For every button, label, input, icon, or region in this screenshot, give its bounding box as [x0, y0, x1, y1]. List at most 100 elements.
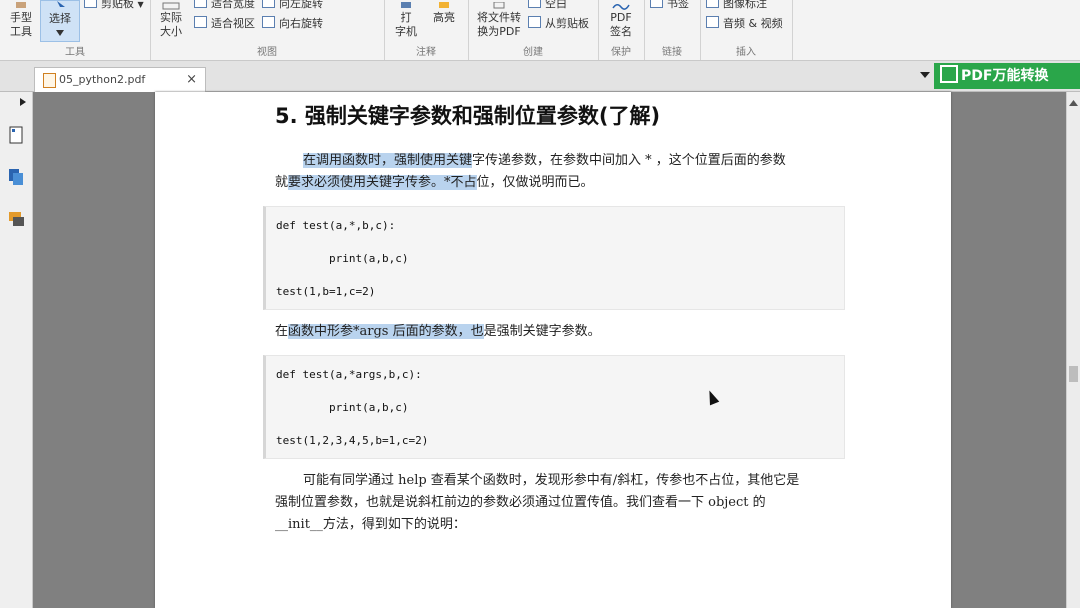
paragraph-text: 字传递参数，在参数中间加入 * ，这个位置后面的参数 [472, 153, 786, 168]
rotate-right-icon [262, 16, 275, 28]
bookmark-label: 书签 [667, 0, 689, 10]
highlight-icon [439, 2, 449, 8]
blank-button[interactable]: 空白 [528, 0, 567, 12]
view-group-title: 视图 [257, 47, 277, 58]
insert-group: 图像标注 音频 & 视频 插入 [700, 0, 793, 60]
paragraph-text: 位，仅做说明而已。 [476, 175, 594, 190]
rotate-right-button[interactable]: 向右旋转 [262, 16, 323, 32]
clipboard-button[interactable]: 剪贴板 ▼ [84, 0, 144, 12]
document-tab-filename: 05_python2.pdf [59, 73, 146, 86]
clipboard-icon [84, 0, 97, 8]
fit-view-button[interactable]: 适合视区 [194, 16, 255, 32]
comments-icon[interactable] [8, 210, 24, 228]
rotate-right-label: 向右旋转 [279, 17, 323, 30]
fit-width-button[interactable]: 适合宽度 [194, 0, 255, 12]
blank-page-icon [528, 0, 541, 8]
highlight-button[interactable]: 高亮 [426, 2, 462, 25]
typewriter-button[interactable]: 打 字机 [388, 2, 424, 39]
create-group-title: 创建 [523, 47, 543, 58]
hand-tool-label-1: 手型 [10, 11, 32, 24]
protect-group: PDF 签名 保护 [598, 0, 645, 60]
audio-video-label: 音频 & 视频 [723, 17, 783, 30]
typewriter-label-1: 打 [400, 11, 412, 24]
pdf-sign-button[interactable]: PDF 签名 [602, 2, 640, 39]
pdf-converter-banner[interactable]: PDF万能转换 [934, 63, 1080, 89]
audio-video-button[interactable]: 音频 & 视频 [706, 16, 783, 32]
select-label: 选择 [49, 12, 71, 25]
view-group: 实际 大小 适合宽度 适合视区 向左旋转 向右旋转 视图 [150, 0, 385, 60]
highlighted-text: 在调用函数时，强制使用关键 [303, 153, 473, 168]
actual-size-button[interactable]: 实际 大小 [156, 2, 186, 39]
converter-icon [940, 65, 958, 83]
close-tab-icon[interactable]: × [186, 68, 197, 92]
left-navigation-panel [0, 92, 33, 608]
link-group-title: 链接 [662, 47, 682, 58]
clipboard-icon [528, 16, 541, 28]
code-line: def test(a,*args,b,c): [276, 368, 422, 381]
convert-to-pdf-button[interactable]: 将文件转 换为PDF [472, 2, 526, 39]
blank-label: 空白 [545, 0, 567, 10]
chevron-down-icon [56, 30, 64, 36]
pdf-sign-label-1: PDF [610, 11, 632, 24]
page-thumbnails-icon[interactable] [8, 126, 24, 144]
hand-tool-button[interactable]: 手型 工具 [4, 2, 38, 39]
paragraph-line: __init__方法，得到如下的说明： [275, 517, 466, 532]
paragraph-line: 在调用函数时，强制使用关键字传递参数，在参数中间加入 * ，这个位置后面的参数 [275, 150, 835, 172]
section-heading: 5. 强制关键字参数和强制位置参数(了解) [275, 104, 661, 128]
paragraph-args: 在函数中形参*args 后面的参数，也是强制关键字参数。 [275, 321, 835, 343]
convert-label-1: 将文件转 [477, 11, 521, 24]
hand-tool-label-2: 工具 [10, 25, 32, 38]
document-viewport[interactable]: 5. 强制关键字参数和强制位置参数(了解) 在调用函数时，强制使用关键字传递参数… [33, 92, 1067, 608]
code-line: print(a,b,c) [276, 252, 409, 265]
typewriter-icon [401, 2, 411, 8]
fit-view-label: 适合视区 [211, 17, 255, 30]
annotate-group-title: 注释 [416, 47, 436, 58]
clipboard-label: 剪贴板 [101, 0, 134, 10]
link-group: 书签 链接 [644, 0, 701, 60]
banner-text: PDF万能转换 [961, 68, 1049, 84]
pdf-file-icon [43, 73, 56, 88]
paragraph-text: 是强制关键字参数。 [483, 324, 601, 339]
vertical-scrollbar[interactable] [1066, 92, 1080, 608]
protect-group-title: 保护 [611, 47, 631, 58]
expand-panel-icon[interactable] [20, 98, 26, 106]
tab-list-dropdown-icon[interactable] [920, 72, 930, 78]
code-block-2: def test(a,*args,b,c): print(a,b,c) test… [263, 355, 845, 459]
actual-size-label-1: 实际 [160, 11, 182, 24]
fit-view-icon [194, 16, 207, 28]
image-annotation-button[interactable]: 图像标注 [706, 0, 767, 12]
from-clipboard-label: 从剪贴板 [545, 17, 589, 30]
scrollbar-thumb[interactable] [1069, 366, 1078, 382]
pdf-sign-label-2: 签名 [610, 25, 632, 38]
code-line: test(1,2,3,4,5,b=1,c=2) [276, 434, 429, 447]
highlighted-text: 要求必须使用关键字传参。*不占 [288, 175, 477, 190]
image-annotation-label: 图像标注 [723, 0, 767, 10]
bookmark-button[interactable]: 书签 [650, 0, 689, 12]
chevron-down-icon: ▼ [137, 0, 144, 9]
bookmark-icon [650, 0, 663, 8]
highlighted-text: 函数中形参*args 后面的参数，也 [288, 324, 484, 339]
highlight-label: 高亮 [433, 11, 455, 24]
paragraph-positional-args: 可能有同学通过 help 查看某个函数时，发现形参中有/斜杠，传参也不占位，其他… [275, 470, 835, 536]
code-line: def test(a,*,b,c): [276, 219, 396, 232]
paragraph-line: 强制位置参数，也就是说斜杠前边的参数必须通过位置传值。我们查看一下 object… [275, 495, 766, 510]
code-line: print(a,b,c) [276, 401, 409, 414]
select-cursor-icon [57, 1, 65, 11]
paragraph-keyword-args: 在调用函数时，强制使用关键字传递参数，在参数中间加入 * ，这个位置后面的参数 … [275, 150, 835, 194]
actual-size-label-2: 大小 [160, 25, 182, 38]
layers-icon[interactable] [8, 168, 24, 186]
tools-group: 手型 工具 选择 剪贴板 ▼ 工具 [0, 0, 151, 60]
actual-size-icon [162, 2, 180, 10]
typewriter-label-2: 字机 [395, 25, 417, 38]
fit-width-label: 适合宽度 [211, 0, 255, 10]
rotate-left-button[interactable]: 向左旋转 [262, 0, 323, 12]
select-button[interactable]: 选择 [40, 0, 80, 42]
document-tab[interactable]: 05_python2.pdf × [34, 67, 206, 92]
ribbon-toolbar: 手型 工具 选择 剪贴板 ▼ 工具 实际 大小 适合宽度 适合视区 向左旋转 向… [0, 0, 1080, 61]
rotate-left-label: 向左旋转 [279, 0, 323, 10]
from-clipboard-button[interactable]: 从剪贴板 [528, 16, 589, 32]
image-icon [706, 0, 719, 8]
tools-group-title: 工具 [65, 47, 85, 58]
signature-icon [612, 4, 630, 10]
scroll-up-icon[interactable] [1069, 100, 1078, 106]
